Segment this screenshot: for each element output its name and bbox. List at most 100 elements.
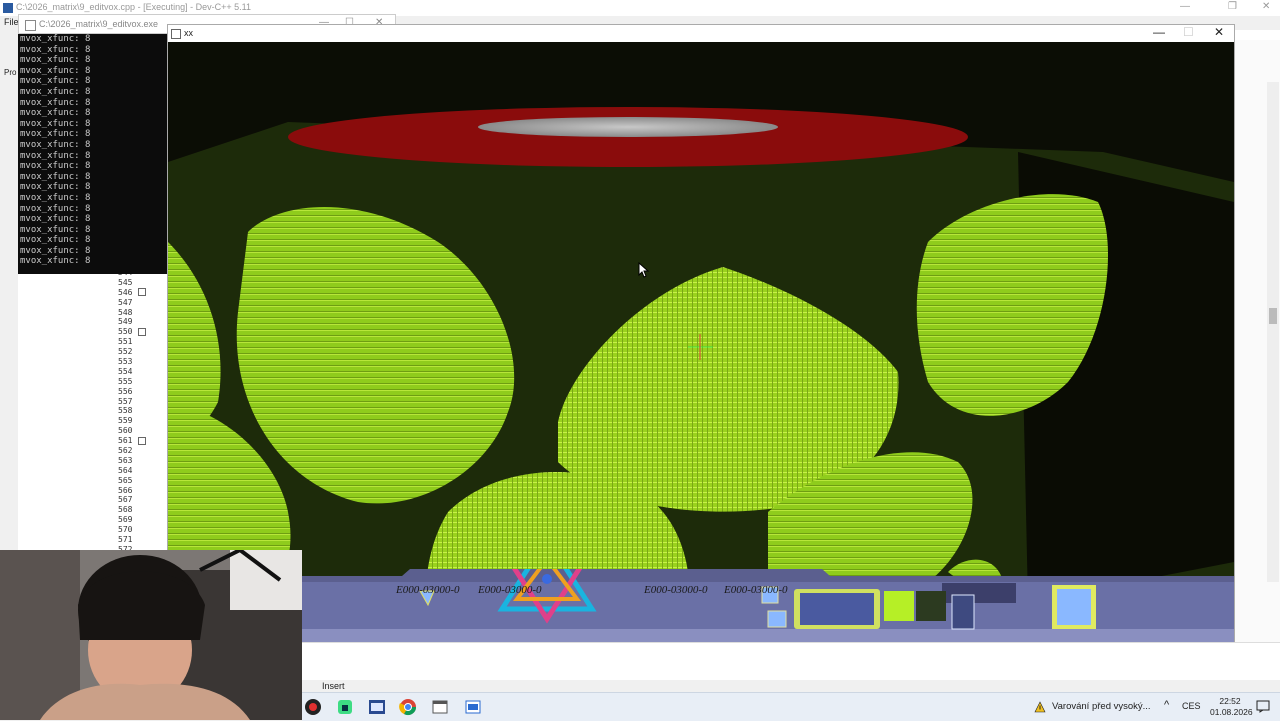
console-line: mvox_xfunc: 8	[20, 55, 91, 66]
line-number: 554	[108, 367, 168, 377]
game-window: xx — ☐ ✕ E000-03000-0 E000-03000-0 E000-…	[167, 24, 1235, 642]
project-tab-label[interactable]: Pro	[4, 68, 16, 77]
fold-toggle-icon[interactable]	[138, 288, 147, 297]
line-number-text: 564	[118, 465, 133, 475]
console-title: C:\2026_matrix\9_editvox.exe	[39, 19, 159, 29]
line-number: 548	[108, 308, 168, 318]
console-line: mvox_xfunc: 8	[20, 86, 91, 97]
menu-file[interactable]: File	[4, 17, 19, 27]
console-app-icon	[25, 20, 36, 31]
line-number: 557	[108, 397, 168, 407]
warning-icon[interactable]	[1034, 701, 1046, 713]
line-number-gutter: 5445455465475485495505515525535545555565…	[108, 268, 168, 554]
line-number: 551	[108, 337, 168, 347]
restore-icon[interactable]: ❐	[1228, 1, 1237, 12]
console-line: mvox_xfunc: 8	[20, 65, 91, 76]
windows-taskbar: Varování před vysoký... ^ CES 22:52 01.0…	[302, 692, 1280, 721]
line-number-text: 558	[118, 406, 133, 416]
line-number-text: 562	[118, 446, 133, 456]
hud-counter-1: E000-03000-0	[396, 584, 460, 596]
line-number-text: 554	[118, 366, 133, 376]
line-number-text: 556	[118, 386, 133, 396]
game-close-icon[interactable]: ✕	[1214, 25, 1224, 39]
line-number-text: 563	[118, 455, 133, 465]
line-number: 569	[108, 515, 168, 525]
line-number: 556	[108, 387, 168, 397]
devcpp-icon[interactable]	[368, 698, 386, 716]
line-number-text: 567	[118, 495, 133, 505]
console-line: mvox_xfunc: 8	[20, 192, 91, 203]
active-window-icon[interactable]	[464, 698, 482, 716]
webcam-image	[0, 550, 302, 720]
hud-counter-2: E000-03000-0	[478, 584, 542, 596]
devcpp-output-panel	[302, 642, 1280, 681]
scrollbar-thumb[interactable]	[1269, 308, 1277, 324]
vertical-scrollbar[interactable]	[1267, 82, 1279, 582]
line-number-text: 549	[118, 317, 133, 327]
console-line: mvox_xfunc: 8	[20, 245, 91, 256]
console-line: mvox_xfunc: 8	[20, 203, 91, 214]
mouse-cursor-icon	[638, 262, 650, 278]
status-insert-mode: Insert	[322, 681, 345, 691]
game-maximize-icon[interactable]: ☐	[1183, 25, 1194, 39]
console-line: mvox_xfunc: 8	[20, 150, 91, 161]
line-number-text: 545	[118, 277, 133, 287]
console-line: mvox_xfunc: 8	[20, 182, 91, 193]
line-number: 566	[108, 486, 168, 496]
line-number: 567	[108, 495, 168, 505]
chrome-icon[interactable]	[399, 698, 417, 716]
game-minimize-icon[interactable]: —	[1153, 25, 1165, 39]
console-line: mvox_xfunc: 8	[20, 34, 91, 44]
line-number: 570	[108, 525, 168, 535]
tray-clock[interactable]: 22:52 01.08.2026	[1210, 696, 1253, 718]
line-number: 559	[108, 416, 168, 426]
close-icon[interactable]: ✕	[1262, 1, 1270, 12]
line-number-text: 551	[118, 337, 133, 347]
grey-top-disc	[478, 117, 778, 137]
android-studio-icon[interactable]	[336, 698, 354, 716]
line-number: 571	[108, 535, 168, 545]
hud-counter-3: E000-03000-0	[644, 584, 708, 596]
line-number: 553	[108, 357, 168, 367]
hud-panel: E000-03000-0 E000-03000-0 E000-03000-0 E…	[302, 569, 1234, 642]
line-number-text: 560	[118, 426, 133, 436]
console-line: mvox_xfunc: 8	[20, 256, 91, 267]
console-line: mvox_xfunc: 8	[20, 161, 91, 172]
line-number-text: 559	[118, 416, 133, 426]
line-number-text: 568	[118, 505, 133, 515]
fold-toggle-icon[interactable]	[138, 436, 147, 445]
fold-toggle-icon[interactable]	[138, 327, 147, 336]
console-line: mvox_xfunc: 8	[20, 118, 91, 129]
tray-warning-text[interactable]: Varování před vysoký...	[1052, 701, 1151, 712]
voxel-3d-viewport[interactable]: E000-03000-0 E000-03000-0 E000-03000-0 E…	[168, 42, 1234, 642]
line-number-text: 553	[118, 357, 133, 367]
voxel-scene	[168, 42, 1234, 642]
devcpp-statusbar: Insert	[302, 680, 1280, 692]
line-number-text: 552	[118, 347, 133, 357]
line-number: 565	[108, 476, 168, 486]
line-number-text: 550	[118, 327, 133, 337]
line-number-text: 557	[118, 396, 133, 406]
console-output: mvox_xfunc: 8 mvox_xfunc: 8 mvox_xfunc: 8m…	[18, 34, 168, 274]
console-line: mvox_xfunc: 8	[20, 97, 91, 108]
line-number-text: 555	[118, 376, 133, 386]
tray-chevron-up-icon[interactable]: ^	[1164, 699, 1169, 711]
window-icon[interactable]	[431, 698, 449, 716]
line-number: 549	[108, 317, 168, 327]
recorder-icon[interactable]	[304, 698, 322, 716]
line-number: 558	[108, 406, 168, 416]
hud-frame	[302, 569, 1234, 642]
tray-time: 22:52	[1219, 696, 1241, 706]
tray-language[interactable]: CES	[1182, 701, 1201, 711]
hud-counter-4: E000-03000-0	[724, 584, 788, 596]
line-number-text: 571	[118, 535, 133, 545]
console-line: mvox_xfunc: 8	[20, 171, 91, 182]
minimize-icon[interactable]: —	[1180, 1, 1190, 12]
notification-icon[interactable]	[1256, 699, 1270, 713]
console-line: mvox_xfunc: 8	[20, 224, 91, 235]
tray-date: 01.08.2026	[1210, 707, 1253, 717]
line-number: 552	[108, 347, 168, 357]
line-number: 568	[108, 505, 168, 515]
console-line: mvox_xfunc: 8	[20, 129, 91, 140]
line-number: 561	[108, 436, 168, 446]
